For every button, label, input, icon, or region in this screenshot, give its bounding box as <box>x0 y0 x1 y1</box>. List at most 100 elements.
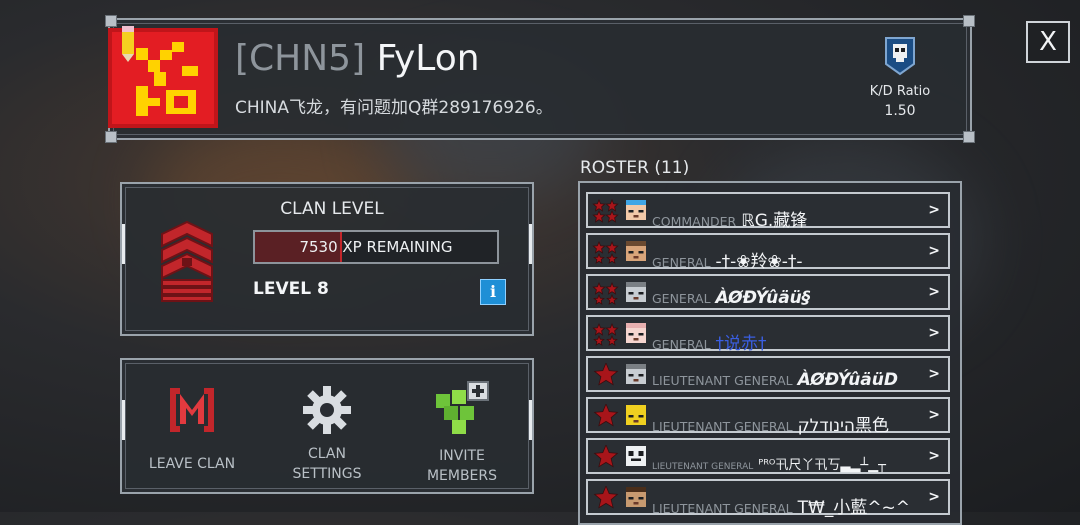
player-avatar <box>626 241 646 261</box>
clan-settings-label-line1: CLAN <box>308 446 346 462</box>
member-rank: COMMANDER <box>652 214 737 229</box>
rank-star <box>592 281 606 295</box>
avatar-pixel <box>628 292 634 295</box>
roster-row[interactable]: GENERAL -†-❀羚❀-†- > <box>586 233 950 272</box>
clan-level-title: CLAN LEVEL <box>280 199 384 219</box>
player-avatar <box>626 487 646 507</box>
rank-star <box>606 293 618 305</box>
avatar-pixel <box>626 323 646 328</box>
avatar-pixel <box>638 374 644 377</box>
member-name: הינודלק黑色 <box>797 416 889 436</box>
close-button[interactable]: X <box>1026 21 1070 63</box>
clan-title: [CHN5] FyLon <box>235 38 480 79</box>
avatar-pixel <box>633 256 639 259</box>
member-name: †说赤† <box>715 334 767 354</box>
clan-settings-label-line2: SETTINGS <box>292 466 362 482</box>
level-info-button[interactable]: i <box>480 279 506 305</box>
avatar-pixel <box>633 215 639 218</box>
chevron-right-icon: > <box>928 448 940 464</box>
rank-stars-icon <box>593 486 619 509</box>
rank-star <box>593 252 605 264</box>
rank-star <box>606 252 618 264</box>
avatar-pixel <box>628 210 634 213</box>
player-avatar <box>626 446 646 466</box>
rank-star <box>592 209 606 223</box>
player-avatar <box>626 323 646 343</box>
avatar-pixel <box>626 364 646 369</box>
rank-star <box>605 322 619 336</box>
avatar-pixel <box>628 497 634 500</box>
kd-ratio-label: K/D Ratio <box>869 84 931 99</box>
panel-edge-highlight <box>122 400 125 440</box>
member-rank: LIEUTENANT GENERAL <box>652 373 793 388</box>
chevron-right-icon: > <box>928 366 940 382</box>
player-avatar <box>626 405 646 425</box>
panel-edge-highlight <box>529 224 532 264</box>
avatar-pixel <box>626 200 646 205</box>
member-name: ᴾᴿᴼ卂尺丫卂丂▃▂┴▁┬ <box>758 458 886 473</box>
roster-title: ROSTER (11) <box>580 158 690 178</box>
player-avatar <box>626 282 646 302</box>
avatar-pixel <box>628 415 634 418</box>
roster-list[interactable]: COMMANDER ℝG.藏锋 > GENERAL -†-❀羚❀-†- > GENE… <box>578 181 962 525</box>
member-rank-line: GENERAL †说赤† <box>652 329 767 354</box>
member-rank: LIEUTENANT GENERAL <box>652 462 754 472</box>
rank-stars-icon <box>592 199 619 223</box>
avatar-pixel <box>638 333 644 336</box>
rank-star <box>593 445 619 468</box>
avatar-pixel <box>626 241 646 246</box>
roster-row[interactable]: GENERAL †说赤† > <box>586 315 950 354</box>
clan-description: CHINA飞龙，有问题加Q群289176926。 <box>235 98 553 118</box>
rank-star <box>605 209 619 223</box>
rank-star <box>592 199 606 212</box>
avatar-pixel <box>633 379 639 382</box>
invite-members-button[interactable]: INVITE MEMBERS <box>402 360 522 492</box>
gear-icon <box>303 386 351 434</box>
xp-remaining-text: 7530 XP REMAINING <box>299 238 453 256</box>
rank-star <box>605 240 619 254</box>
roster-row[interactable]: LIEUTENANT GENERAL הינודלק黑色 > <box>586 397 950 436</box>
chevron-right-icon: > <box>928 325 940 341</box>
roster-row[interactable]: COMMANDER ℝG.藏锋 > <box>586 192 950 231</box>
member-rank-line: GENERAL -†-❀羚❀-†- <box>652 247 803 272</box>
avatar-pixel <box>628 333 634 336</box>
invite-members-label-line1: INVITE <box>439 448 485 464</box>
avatar-pixel <box>633 502 639 505</box>
rank-star <box>592 240 606 254</box>
avatar-pixel <box>628 451 634 456</box>
rank-stars-icon <box>592 281 619 305</box>
rank-star <box>593 334 605 346</box>
avatar-pixel <box>626 487 646 492</box>
roster-row[interactable]: LIEUTENANT GENERAL ÀØĐÝûäüD > <box>586 356 950 392</box>
clan-name: FyLon <box>376 38 480 79</box>
roster-row[interactable]: GENERAL ÀØĐÝûäü§ > <box>586 274 950 310</box>
chevron-right-icon: > <box>928 407 940 423</box>
clan-settings-button[interactable]: CLAN SETTINGS <box>267 360 387 492</box>
panel-edge-highlight <box>122 224 125 264</box>
chevron-right-icon: > <box>928 284 940 300</box>
panel-corner <box>963 15 975 27</box>
avatar-pixel <box>631 458 641 461</box>
clan-tag: [CHN5] <box>235 38 366 79</box>
roster-row[interactable]: LIEUTENANT GENERAL T₩_小藍^~^ > <box>586 479 950 518</box>
kd-skull-badge-icon <box>885 37 915 76</box>
avatar-pixel <box>638 497 644 500</box>
member-rank-line: LIEUTENANT GENERAL ᴾᴿᴼ卂尺丫卂丂▃▂┴▁┬ <box>652 454 886 473</box>
member-name: T₩_小藍^~^ <box>797 498 911 518</box>
member-rank-line: LIEUTENANT GENERAL T₩_小藍^~^ <box>652 493 910 518</box>
roster-row[interactable]: LIEUTENANT GENERAL ᴾᴿᴼ卂尺丫卂丂▃▂┴▁┬ > <box>586 438 950 474</box>
member-rank-line: LIEUTENANT GENERAL ÀØĐÝûäüD <box>652 370 898 390</box>
kd-ratio-value: 1.50 <box>884 103 916 119</box>
rank-stars-icon <box>593 404 619 427</box>
rank-stars-icon <box>593 445 619 468</box>
member-rank: LIEUTENANT GENERAL <box>652 419 793 434</box>
xp-progress-bar: 7530 XP REMAINING <box>253 230 499 264</box>
player-avatar <box>626 200 646 220</box>
clan-actions-panel: LEAVE CLAN CLAN SETTINGS INVITE MEMBERS <box>120 358 534 494</box>
edit-pencil-icon[interactable] <box>116 24 142 64</box>
leave-clan-button[interactable]: LEAVE CLAN <box>132 360 252 492</box>
member-rank-line: GENERAL ÀØĐÝûäü§ <box>652 288 810 308</box>
panel-corner <box>963 131 975 143</box>
avatar-pixel <box>638 251 644 254</box>
rank-star <box>593 404 619 427</box>
